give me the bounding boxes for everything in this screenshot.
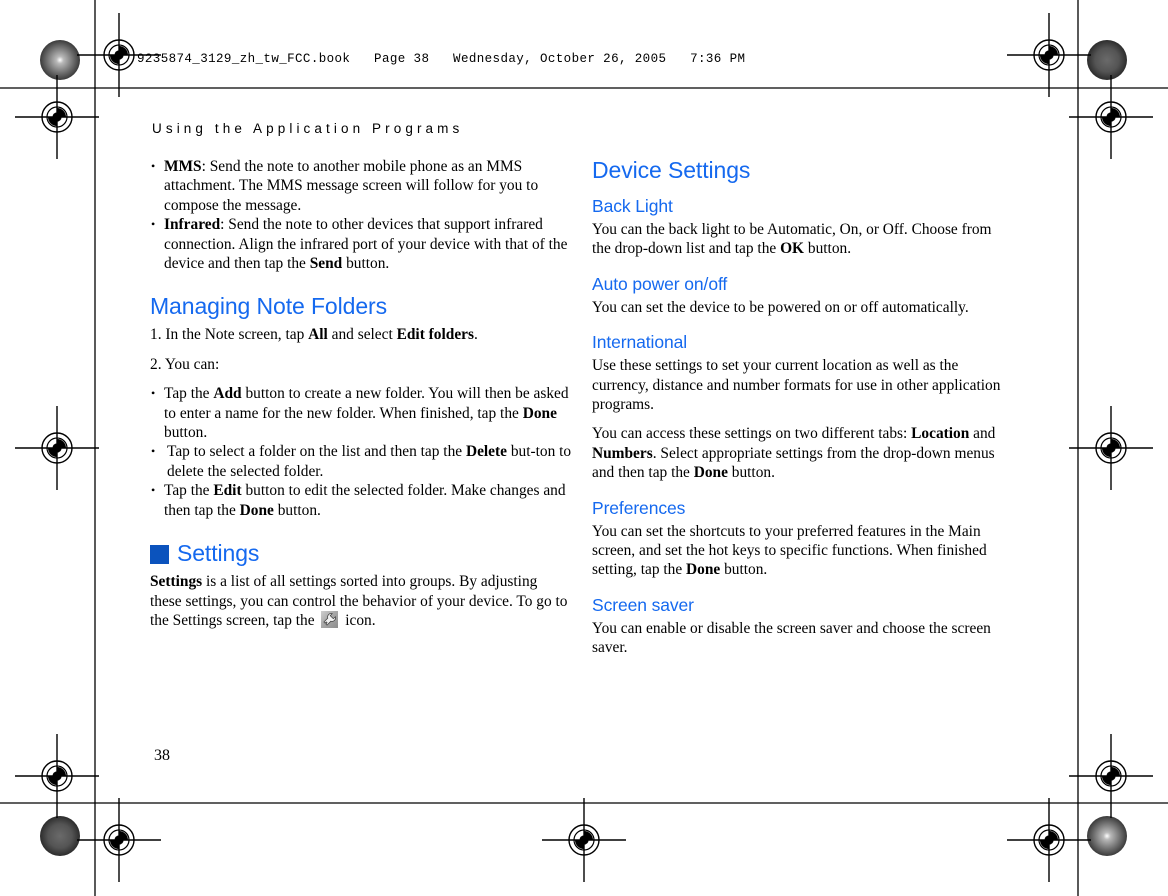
location-tab-ref: Location (911, 425, 970, 443)
settings-term: Settings (150, 573, 203, 591)
heading-settings: Settings (150, 540, 572, 566)
ok-button-ref: OK (780, 240, 805, 258)
step-1-all-ref: All (308, 326, 328, 344)
add-button-ref: Add (213, 385, 242, 403)
settings-intro-paragraph: Settings is a list of all settings sorte… (150, 572, 572, 630)
list-item-add-folder: Tap the Add button to create a new folde… (150, 384, 572, 442)
heading-preferences: Preferences (592, 497, 686, 518)
done-button-ref-1: Done (522, 404, 557, 422)
done-button-ref-2: Done (239, 501, 274, 519)
screen-saver-paragraph: You can enable or disable the screen sav… (592, 619, 991, 657)
heading-screen-saver: Screen saver (592, 594, 694, 615)
international-tabs-paragraph: You can access these settings on two dif… (592, 424, 1014, 482)
prefs-lead: You can set the shortcuts to your prefer… (592, 522, 987, 579)
send-options-list: MMS: Send the note to another mobile pho… (150, 156, 572, 273)
section-marker-square (150, 544, 169, 564)
done-button-ref-4: Done (686, 561, 721, 579)
folder-actions-list: Tap the Add button to create a new folde… (150, 384, 572, 520)
step-1-lead: 1. In the Note screen, tap (150, 326, 309, 344)
step-2: 2. You can: (150, 355, 220, 373)
infrared-text-after: button. (342, 255, 390, 273)
international-paragraph: Use these settings to set your current l… (592, 357, 1001, 414)
book-file-info: 9235874_3129_zh_tw_FCC.book Page 38 Wedn… (137, 52, 746, 66)
settings-text-2: icon. (341, 611, 376, 629)
intl-mid: and (969, 425, 996, 443)
left-column: MMS: Send the note to another mobile pho… (150, 156, 572, 633)
note-folder-steps: 1. In the Note screen, tap All and selec… (150, 325, 572, 374)
preferences-paragraph: You can set the shortcuts to your prefer… (592, 522, 1014, 580)
add-lead: Tap the (164, 385, 214, 403)
page-number: 38 (154, 747, 170, 764)
add-tail: button. (164, 424, 208, 442)
heading-settings-label: Settings (177, 540, 260, 567)
heading-auto-power: Auto power on/off (592, 273, 728, 294)
back-light-tail: button. (804, 240, 852, 258)
list-item-infrared: Infrared: Send the note to other devices… (150, 215, 572, 273)
list-item-edit-folder: Tap the Edit button to edit the selected… (150, 481, 572, 520)
edit-button-ref: Edit (213, 482, 242, 500)
step-1-mid: and select (327, 326, 397, 344)
mms-term: MMS (164, 158, 202, 175)
intl-end: button. (727, 464, 775, 482)
step-1-edit-folders-ref: Edit folders (396, 326, 474, 344)
step-1: 1. In the Note screen, tap All and selec… (150, 325, 572, 344)
done-button-ref-3: Done (693, 464, 728, 482)
right-column: Device Settings Back Light You can the b… (592, 157, 1014, 661)
auto-power-paragraph: You can set the device to be powered on … (592, 298, 969, 316)
edit-lead: Tap the (164, 482, 214, 500)
intl-tail: . Select appropriate settings from the d… (592, 444, 995, 482)
numbers-tab-ref: Numbers (592, 444, 653, 462)
delete-button-ref: Delete (465, 443, 507, 461)
prefs-tail: button. (720, 561, 768, 579)
list-item-delete-folder: Tap to select a folder on the list and t… (150, 442, 572, 481)
delete-lead: Tap to select a folder on the list and t… (167, 443, 466, 461)
wrench-icon (321, 610, 339, 628)
step-1-tail: . (474, 326, 478, 344)
back-light-paragraph: You can the back light to be Automatic, … (592, 220, 1014, 259)
list-item-mms: MMS: Send the note to another mobile pho… (150, 156, 572, 215)
edit-tail: button. (273, 501, 321, 519)
heading-back-light: Back Light (592, 196, 673, 216)
heading-international: International (592, 332, 688, 353)
infrared-term: Infrared (164, 216, 221, 234)
mms-text: : Send the note to another mobile phone … (164, 158, 539, 214)
running-head: Using the Application Programs (152, 121, 464, 136)
send-button-ref: Send (309, 255, 343, 273)
intl-lead: You can access these settings on two dif… (592, 425, 912, 443)
heading-managing-note-folders: Managing Note Folders (150, 293, 387, 320)
heading-device-settings: Device Settings (592, 157, 751, 183)
